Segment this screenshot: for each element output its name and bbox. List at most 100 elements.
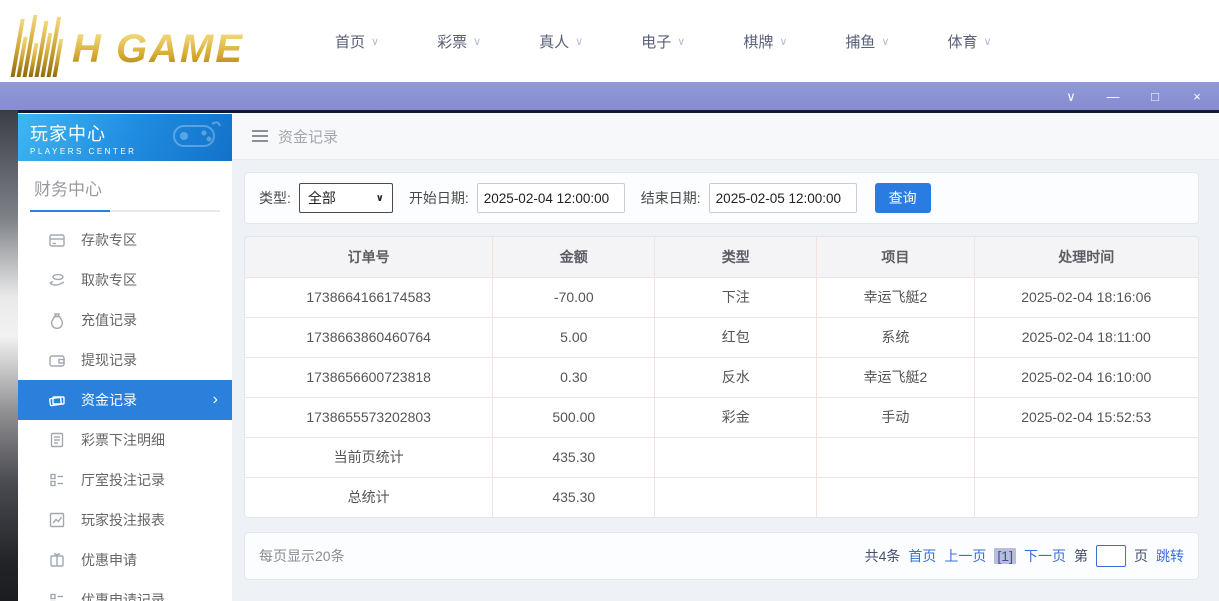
- section-underline: [30, 210, 220, 212]
- sidebar-header: 玩家中心 PLAYERS CENTER: [18, 114, 232, 161]
- nav-item-label: 真人: [539, 31, 569, 52]
- sidebar: 玩家中心 PLAYERS CENTER 财务中心 存款专区›取款专区›充值记录›…: [18, 113, 232, 601]
- close-icon[interactable]: ×: [1189, 90, 1205, 103]
- sidebar-item-充值记录[interactable]: 充值记录›: [18, 300, 232, 340]
- nav-item-label: 捕鱼: [845, 31, 875, 52]
- table-cell: 2025-02-04 18:16:06: [974, 277, 1198, 317]
- table-cell: 435.30: [493, 437, 655, 477]
- first-page-link[interactable]: 首页: [908, 546, 936, 566]
- table-row: 17386638604607645.00红包系统2025-02-04 18:11…: [245, 317, 1198, 357]
- nav-item[interactable]: 彩票 ∨: [437, 31, 481, 52]
- records-table: 订单号金额类型项目处理时间 1738664166174583-70.00下注幸运…: [245, 237, 1198, 517]
- table-cell: 1738663860460764: [245, 317, 493, 357]
- chevron-down-icon: ∨: [779, 35, 787, 48]
- desktop-background-strip: [0, 110, 18, 601]
- nav-item[interactable]: 真人∨: [539, 31, 583, 52]
- type-select-value: 全部: [308, 188, 336, 208]
- nav-item[interactable]: 捕鱼 ∨: [845, 31, 889, 52]
- banknotes-icon: [48, 391, 66, 409]
- column-header: 金额: [493, 237, 655, 277]
- sidebar-item-取款专区[interactable]: 取款专区›: [18, 260, 232, 300]
- sidebar-item-玩家投注报表[interactable]: 玩家投注报表›: [18, 500, 232, 540]
- chevron-down-icon: ∨: [473, 35, 481, 48]
- nav-item-label: 体育: [947, 31, 977, 52]
- chart-icon: [48, 511, 66, 529]
- bank-card-icon: [48, 231, 66, 249]
- table-cell: 系统: [817, 317, 974, 357]
- start-date-label: 开始日期:: [409, 188, 469, 208]
- table-cell: 下注: [655, 277, 817, 317]
- next-page-link[interactable]: 下一页: [1024, 546, 1066, 566]
- table-row: 17386566007238180.30反水幸运飞艇22025-02-04 16…: [245, 357, 1198, 397]
- table-cell: 1738656600723818: [245, 357, 493, 397]
- maximize-icon[interactable]: □: [1147, 90, 1163, 103]
- sidebar-item-提现记录[interactable]: 提现记录›: [18, 340, 232, 380]
- breadcrumb: 资金记录: [232, 113, 1219, 160]
- table-cell: 幸运飞艇2: [817, 277, 974, 317]
- hand-money-icon: [48, 271, 66, 289]
- table-cell: [655, 477, 817, 517]
- app-window: 玩家中心 PLAYERS CENTER 财务中心 存款专区›取款专区›充值记录›…: [18, 110, 1219, 601]
- type-label: 类型:: [259, 188, 291, 208]
- table-cell: 当前页统计: [245, 437, 493, 477]
- sidebar-item-label: 彩票下注明细: [81, 430, 165, 450]
- sidebar-item-label: 玩家投注报表: [81, 510, 165, 530]
- search-button[interactable]: 查询: [875, 183, 931, 213]
- table-cell: 500.00: [493, 397, 655, 437]
- sidebar-item-label: 资金记录: [81, 390, 137, 410]
- nav-item[interactable]: 棋牌 ∨: [743, 31, 787, 52]
- nav-item[interactable]: 首页∨: [335, 31, 379, 52]
- prev-page-link[interactable]: 上一页: [944, 546, 986, 566]
- chevron-down-icon[interactable]: ∨: [1063, 90, 1079, 103]
- table-cell: 反水: [655, 357, 817, 397]
- pager: 共4条 首页 上一页 [1] 下一页 第 页 跳转: [865, 545, 1184, 567]
- sidebar-item-资金记录[interactable]: 资金记录 ›: [18, 380, 232, 420]
- table-row: 1738664166174583-70.00下注幸运飞艇22025-02-04 …: [245, 277, 1198, 317]
- nav-item-label: 彩票: [437, 31, 467, 52]
- list-icon: [48, 591, 66, 601]
- end-date-input[interactable]: [709, 183, 857, 213]
- window-titlebar: ∨ — □ ×: [0, 82, 1219, 110]
- table-cell: 2025-02-04 16:10:00: [974, 357, 1198, 397]
- table-row: 1738655573202803500.00彩金手动2025-02-04 15:…: [245, 397, 1198, 437]
- nav-item-label: 电子: [641, 31, 671, 52]
- chevron-down-icon: ∨: [677, 35, 685, 48]
- nav-item-label: 棋牌: [743, 31, 773, 52]
- jump-page-input[interactable]: [1096, 545, 1126, 567]
- sidebar-item-厅室投注记录[interactable]: 厅室投注记录›: [18, 460, 232, 500]
- sidebar-item-label: 厅室投注记录: [81, 470, 165, 490]
- sidebar-item-label: 充值记录: [81, 310, 137, 330]
- nav-item[interactable]: 体育∨: [947, 31, 991, 52]
- sidebar-item-彩票下注明细[interactable]: 彩票下注明细›: [18, 420, 232, 460]
- chevron-down-icon: ∨: [881, 35, 889, 48]
- table-cell: 2025-02-04 18:11:00: [974, 317, 1198, 357]
- chevron-right-icon: ›: [213, 391, 218, 409]
- table-cell: 1738664166174583: [245, 277, 493, 317]
- table-cell: -70.00: [493, 277, 655, 317]
- column-header: 类型: [655, 237, 817, 277]
- start-date-input[interactable]: [477, 183, 625, 213]
- minimize-icon[interactable]: —: [1105, 90, 1121, 103]
- table-cell: 总统计: [245, 477, 493, 517]
- filter-bar: 类型: 全部 ∨ 开始日期: 结束日期: 查询: [244, 172, 1199, 224]
- jump-button[interactable]: 跳转: [1156, 546, 1184, 566]
- sidebar-item-优惠申请记录[interactable]: 优惠申请记录›: [18, 580, 232, 601]
- table-cell: 幸运飞艇2: [817, 357, 974, 397]
- page-size-text: 每页显示20条: [259, 546, 345, 566]
- sidebar-item-label: 优惠申请: [81, 550, 137, 570]
- menu-toggle-icon[interactable]: [252, 130, 268, 142]
- site-logo[interactable]: H GAME: [10, 5, 280, 77]
- table-cell: [817, 437, 974, 477]
- sidebar-section-title: 财务中心: [18, 161, 232, 210]
- table-cell: 红包: [655, 317, 817, 357]
- sidebar-item-优惠申请[interactable]: 优惠申请›: [18, 540, 232, 580]
- table-cell: 0.30: [493, 357, 655, 397]
- nav-item[interactable]: 电子 ∨: [641, 31, 685, 52]
- sidebar-item-label: 取款专区: [81, 270, 137, 290]
- sidebar-item-存款专区[interactable]: 存款专区›: [18, 220, 232, 260]
- coupon-icon: [48, 551, 66, 569]
- total-count: 共4条: [865, 546, 901, 566]
- main-area: 资金记录 类型: 全部 ∨ 开始日期: 结束日期: 查询: [232, 113, 1219, 601]
- column-header: 项目: [817, 237, 974, 277]
- type-select[interactable]: 全部 ∨: [299, 183, 393, 213]
